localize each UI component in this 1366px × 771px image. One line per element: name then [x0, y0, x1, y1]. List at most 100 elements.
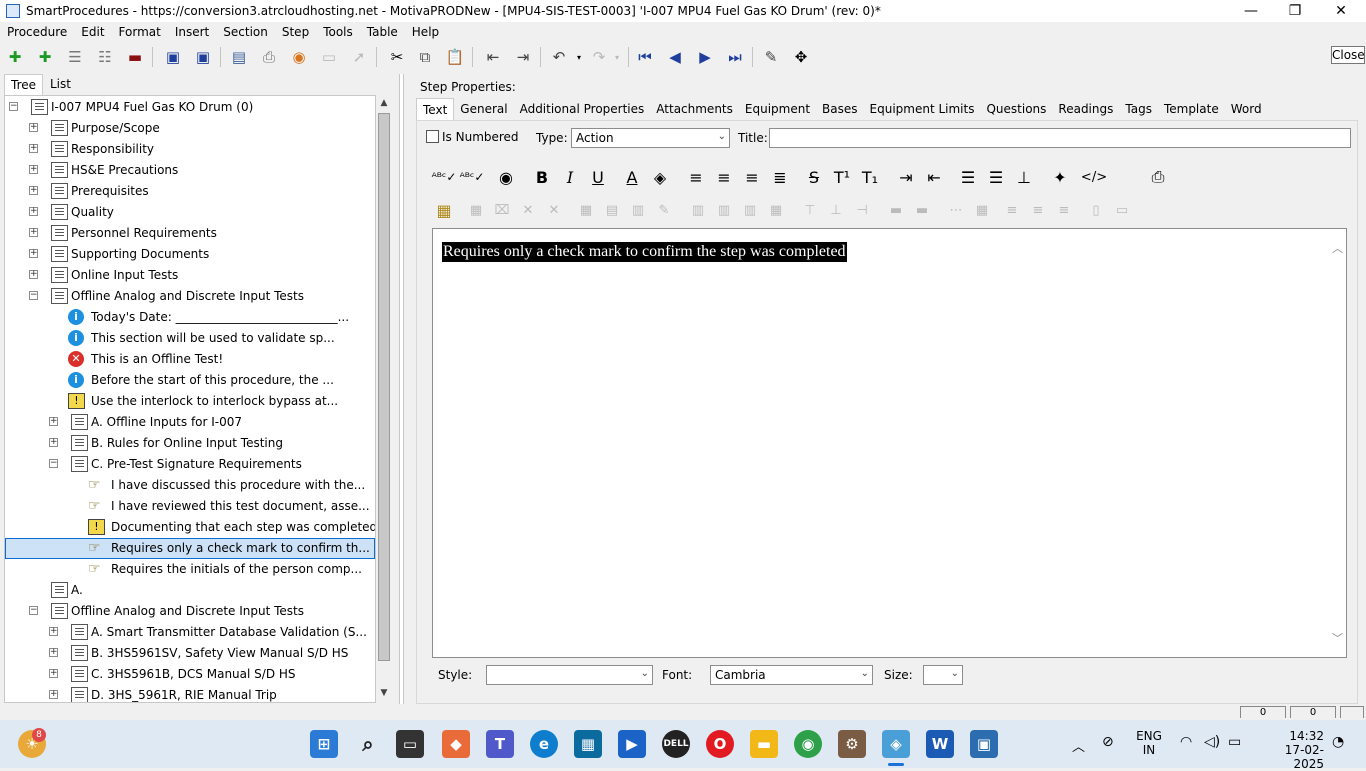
tab-equipment-limits[interactable]: Equipment Limits — [864, 98, 981, 120]
tab-word[interactable]: Word — [1225, 98, 1268, 120]
expand-icon[interactable]: + — [29, 144, 38, 153]
search-icon[interactable]: ⌕ — [354, 730, 382, 758]
menu-insert[interactable]: Insert — [168, 23, 216, 43]
clock[interactable]: 14:32 17-02-2025 — [1256, 729, 1324, 771]
teams-icon[interactable]: T — [486, 730, 514, 758]
tree-node[interactable]: ☞ I have reviewed this test document, ass… — [5, 496, 375, 517]
scroll-down-icon[interactable]: ▼ — [376, 685, 392, 701]
undo-dropdown-icon[interactable]: ▾ — [568, 46, 590, 68]
tree-node[interactable]: + Online Input Tests — [5, 265, 375, 286]
save-icon[interactable]: ▣ — [192, 46, 214, 68]
menu-section[interactable]: Section — [216, 23, 275, 43]
tree-node[interactable]: + A. Smart Transmitter Database Validatio… — [5, 622, 375, 643]
task-view-icon[interactable]: ▭ — [396, 730, 424, 758]
menu-format[interactable]: Format — [112, 23, 168, 43]
expand-icon[interactable]: + — [29, 123, 38, 132]
selected-step-text[interactable]: Requires only a check mark to confirm th… — [442, 242, 847, 262]
expand-icon[interactable]: + — [49, 648, 58, 657]
step-text-editor[interactable] — [432, 228, 1347, 658]
edge-icon[interactable]: e — [530, 730, 558, 758]
list-icon[interactable]: ☰ — [64, 46, 86, 68]
tree-node[interactable]: A. — [5, 580, 375, 601]
tree-node[interactable]: i This section will be used to validate s… — [5, 328, 375, 349]
tab-general[interactable]: General — [454, 98, 513, 120]
tree-node[interactable]: − Offline Analog and Discrete Input Tests — [5, 601, 375, 622]
align-right-icon[interactable]: ≡ — [740, 166, 764, 188]
scroll-up-icon[interactable]: ▲ — [376, 95, 392, 111]
chevron-up-icon[interactable]: ︿ — [1072, 736, 1085, 755]
previous-icon[interactable]: ◀ — [664, 46, 686, 68]
spellcheck-icon[interactable]: ᴬᴮᶜ✓ — [432, 166, 457, 188]
tree-node[interactable]: + B. 3HS5961SV, Safety View Manual S/D HS — [5, 643, 375, 664]
maximize-button[interactable]: ❐ — [1272, 0, 1318, 22]
expand-icon[interactable]: + — [29, 270, 38, 279]
font-color-circle-icon[interactable]: ◉ — [494, 166, 518, 188]
tree-node[interactable]: i Today's Date: _________________________… — [5, 307, 375, 328]
tree-node[interactable]: + B. Rules for Online Input Testing — [5, 433, 375, 454]
html-source-icon[interactable]: </> — [1081, 166, 1107, 188]
italic-icon[interactable]: I — [558, 166, 582, 188]
menu-table[interactable]: Table — [360, 23, 405, 43]
notification-bell-icon[interactable]: ◔ — [1332, 734, 1344, 750]
style-select[interactable]: ⌄ — [486, 665, 653, 685]
redo-arrow-icon[interactable]: ➚ — [348, 46, 370, 68]
wifi-icon[interactable]: ◠ — [1180, 734, 1192, 750]
decrease-indent-icon[interactable]: ⇤ — [922, 166, 946, 188]
network-status-icon[interactable]: ⊘ — [1102, 734, 1114, 750]
tab-attachments[interactable]: Attachments — [650, 98, 739, 120]
save-all-icon[interactable]: ▣ — [162, 46, 184, 68]
menu-help[interactable]: Help — [405, 23, 446, 43]
tree-node[interactable]: ! Use the interlock to interlock bypass a… — [5, 391, 375, 412]
minimize-button[interactable]: — — [1228, 0, 1274, 22]
add-child-icon[interactable]: ✚ — [34, 46, 56, 68]
size-select[interactable]: ⌄ — [923, 665, 963, 685]
remote-desktop-icon[interactable]: ▣ — [970, 730, 998, 758]
editor-scroll-down-icon[interactable]: ﹀ — [1332, 630, 1343, 646]
highlight-icon[interactable]: ◈ — [648, 166, 672, 188]
align-center-icon[interactable]: ≡ — [712, 166, 736, 188]
store-icon[interactable]: ▦ — [574, 730, 602, 758]
tree-node[interactable]: ☞ Requires the initials of the person com… — [5, 559, 375, 580]
expand-icon[interactable]: + — [29, 228, 38, 237]
tree-node[interactable]: ✕ This is an Offline Test! — [5, 349, 375, 370]
title-input[interactable] — [769, 128, 1351, 148]
list-alt-icon[interactable]: ☷ — [94, 46, 116, 68]
tab-questions[interactable]: Questions — [980, 98, 1052, 120]
volume-icon[interactable]: ◁) — [1204, 734, 1220, 750]
tab-additional-properties[interactable]: Additional Properties — [514, 98, 651, 120]
tab-readings[interactable]: Readings — [1052, 98, 1119, 120]
expand-icon[interactable]: + — [29, 249, 38, 258]
tab-text[interactable]: Text — [416, 98, 455, 120]
add-icon[interactable]: ✚ — [4, 46, 26, 68]
export-icon[interactable]: ▤ — [228, 46, 250, 68]
superscript-icon[interactable]: T¹ — [830, 166, 854, 188]
spellcheck-icon[interactable]: ✎ — [760, 46, 782, 68]
menu-edit[interactable]: Edit — [74, 23, 111, 43]
tree-node[interactable]: + Responsibility — [5, 139, 375, 160]
align-left-icon[interactable]: ≡ — [684, 166, 708, 188]
opera-icon[interactable]: O — [706, 730, 734, 758]
font-select[interactable]: Cambria ⌄ — [710, 665, 873, 685]
underline-icon[interactable]: U — [586, 166, 610, 188]
copy-icon[interactable]: ⧉ — [414, 46, 436, 68]
insert-line-icon[interactable]: ⊥ — [1012, 166, 1036, 188]
spellcheck-options-icon[interactable]: ᴬᴮᶜ✓ — [460, 166, 485, 188]
tree-node[interactable]: + D. 3HS_5961R, RIE Manual Trip — [5, 685, 375, 702]
collapse-icon[interactable]: − — [29, 291, 38, 300]
expand-icon[interactable]: + — [49, 627, 58, 636]
type-select[interactable]: Action ⌄ — [571, 128, 730, 148]
editor-scroll-up-icon[interactable]: ︿ — [1332, 240, 1343, 256]
tree-node[interactable]: − C. Pre-Test Signature Requirements — [5, 454, 375, 475]
expand-icon[interactable]: + — [49, 438, 58, 447]
collapse-icon[interactable]: − — [9, 102, 18, 111]
insert-table-icon[interactable]: ▦ — [432, 199, 456, 221]
dell-icon[interactable]: DELL — [662, 730, 690, 758]
tree-node[interactable]: + Quality — [5, 202, 375, 223]
undo-icon[interactable]: ↶ — [548, 46, 570, 68]
expand-icon[interactable]: + — [29, 207, 38, 216]
is-numbered-checkbox[interactable] — [426, 130, 439, 143]
text-color-icon[interactable]: A — [620, 166, 644, 188]
magic-wand-icon[interactable]: ✦ — [1048, 166, 1072, 188]
app-icon-tool[interactable]: ⚙ — [838, 730, 866, 758]
first-icon[interactable]: ⏮ — [634, 46, 656, 68]
